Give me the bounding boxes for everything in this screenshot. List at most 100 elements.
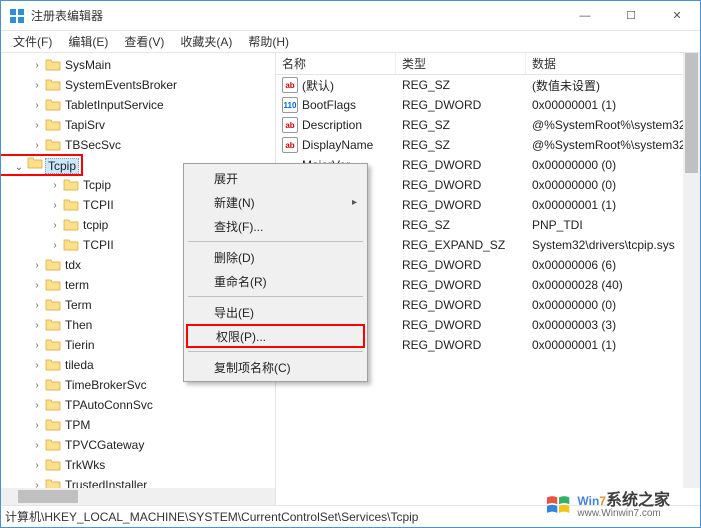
expand-icon[interactable]: ›	[31, 339, 43, 351]
registry-editor-window: 注册表编辑器 — ☐ ✕ 文件(F) 编辑(E) 查看(V) 收藏夹(A) 帮助…	[0, 0, 701, 528]
value-name: Description	[302, 118, 362, 132]
value-data: PNP_TDI	[526, 218, 700, 232]
value-type: REG_DWORD	[396, 178, 526, 192]
value-type: REG_DWORD	[396, 98, 526, 112]
expand-icon[interactable]: ›	[49, 179, 61, 191]
value-type: REG_DWORD	[396, 338, 526, 352]
tree-item-systemeventsbroker[interactable]: ›SystemEventsBroker	[1, 75, 275, 95]
tree-label: SysMain	[65, 58, 111, 72]
folder-icon	[45, 98, 61, 112]
folder-icon	[63, 238, 79, 252]
value-row[interactable]: abDescriptionREG_SZ@%SystemRoot%\system3…	[276, 115, 700, 135]
value-row[interactable]: ab(默认)REG_SZ(数值未设置)	[276, 75, 700, 95]
tree-item-sysmain[interactable]: › SysMain	[1, 55, 275, 75]
value-type: REG_SZ	[396, 78, 526, 92]
folder-icon	[45, 458, 61, 472]
tree-label: TBSecSvc	[65, 138, 121, 152]
close-button[interactable]: ✕	[654, 1, 700, 31]
tree-item-tbsecsvc[interactable]: › TBSecSvc	[1, 135, 275, 155]
maximize-button[interactable]: ☐	[608, 1, 654, 31]
menu-item-expand[interactable]: 展开	[186, 166, 365, 190]
tree-label: TapiSrv	[65, 118, 105, 132]
menu-separator	[188, 351, 363, 352]
expand-icon[interactable]: ›	[31, 99, 43, 111]
expand-icon[interactable]: ›	[31, 399, 43, 411]
value-row[interactable]: abDisplayNameREG_SZ@%SystemRoot%\system3…	[276, 135, 700, 155]
watermark-brand-7: 7	[599, 494, 606, 508]
tree-item-tabletinputservice[interactable]: ›TabletInputService	[1, 95, 275, 115]
value-data: 0x00000000 (0)	[526, 178, 700, 192]
minimize-button[interactable]: —	[562, 1, 608, 31]
menu-help[interactable]: 帮助(H)	[240, 31, 297, 52]
expand-icon[interactable]: ›	[49, 199, 61, 211]
menu-item-rename[interactable]: 重命名(R)	[186, 269, 365, 293]
value-data: 0x00000000 (0)	[526, 298, 700, 312]
string-value-icon: ab	[282, 117, 298, 133]
expand-icon[interactable]: ›	[31, 259, 43, 271]
string-value-icon: ab	[282, 77, 298, 93]
menu-item-find[interactable]: 查找(F)...	[186, 214, 365, 238]
folder-icon	[45, 398, 61, 412]
value-type: REG_EXPAND_SZ	[396, 238, 526, 252]
expand-icon[interactable]: ›	[31, 119, 43, 131]
tree-item-tpvcgateway[interactable]: › TPVCGateway	[1, 435, 275, 455]
expand-icon[interactable]: ›	[31, 359, 43, 371]
folder-icon	[45, 258, 61, 272]
menu-file[interactable]: 文件(F)	[5, 31, 60, 52]
menu-item-copy-key-name[interactable]: 复制项名称(C)	[186, 355, 365, 379]
expand-icon[interactable]: ›	[31, 439, 43, 451]
folder-icon	[45, 118, 61, 132]
column-header-name[interactable]: 名称	[276, 53, 396, 74]
expand-icon[interactable]: ›	[31, 419, 43, 431]
expand-icon[interactable]: ›	[31, 459, 43, 471]
tree-item-tapisrv[interactable]: › TapiSrv	[1, 115, 275, 135]
tree-label: TPVCGateway	[65, 438, 144, 452]
expand-icon[interactable]: ›	[31, 139, 43, 151]
menu-separator	[188, 296, 363, 297]
menu-item-delete[interactable]: 删除(D)	[186, 245, 365, 269]
column-header-data[interactable]: 数据	[526, 53, 700, 74]
tree-item-tpautoconnsvc[interactable]: ›TPAutoConnSvc	[1, 395, 275, 415]
menu-favorites[interactable]: 收藏夹(A)	[172, 31, 240, 52]
folder-icon	[45, 278, 61, 292]
list-vertical-scrollbar[interactable]	[683, 53, 700, 488]
value-type: REG_DWORD	[396, 298, 526, 312]
expand-icon[interactable]: ⌄	[13, 162, 25, 174]
list-header: 名称 类型 数据	[276, 53, 700, 75]
folder-icon	[45, 138, 61, 152]
folder-icon	[63, 198, 79, 212]
folder-icon	[45, 58, 61, 72]
value-name: (默认)	[302, 77, 334, 94]
tree-item-trkwks[interactable]: ›TrkWks	[1, 455, 275, 475]
expand-icon[interactable]: ›	[31, 319, 43, 331]
expand-icon[interactable]: ›	[31, 379, 43, 391]
menubar: 文件(F) 编辑(E) 查看(V) 收藏夹(A) 帮助(H)	[1, 31, 700, 53]
tree-context-menu: 展开 新建(N) 查找(F)... 删除(D) 重命名(R) 导出(E) 权限(…	[183, 163, 368, 382]
window-controls: — ☐ ✕	[562, 1, 700, 31]
window-title: 注册表编辑器	[31, 7, 562, 24]
watermark-url: www.Winwin7.com	[577, 509, 670, 519]
expand-icon[interactable]: ›	[31, 279, 43, 291]
expand-icon[interactable]: ›	[49, 239, 61, 251]
tree-horizontal-scrollbar[interactable]	[1, 488, 275, 505]
menu-item-permissions[interactable]: 权限(P)...	[186, 324, 365, 348]
expand-icon[interactable]: ›	[31, 299, 43, 311]
watermark-brand-text: 系统之家	[606, 492, 670, 509]
tree-item-tpm[interactable]: › TPM	[1, 415, 275, 435]
value-data: 0x00000028 (40)	[526, 278, 700, 292]
menu-item-new[interactable]: 新建(N)	[186, 190, 365, 214]
folder-icon	[45, 78, 61, 92]
expand-icon[interactable]: ›	[49, 219, 61, 231]
expand-icon[interactable]: ›	[31, 79, 43, 91]
tree-label: TPM	[65, 418, 90, 432]
tree-label: Tierin	[65, 338, 95, 352]
menu-edit[interactable]: 编辑(E)	[60, 31, 116, 52]
expand-icon[interactable]: ›	[31, 59, 43, 71]
folder-icon	[63, 178, 79, 192]
value-row[interactable]: 110BootFlagsREG_DWORD0x00000001 (1)	[276, 95, 700, 115]
regedit-icon	[9, 8, 25, 24]
column-header-type[interactable]: 类型	[396, 53, 526, 74]
menu-view[interactable]: 查看(V)	[116, 31, 172, 52]
tree-label: TCPII	[83, 238, 114, 252]
menu-item-export[interactable]: 导出(E)	[186, 300, 365, 324]
